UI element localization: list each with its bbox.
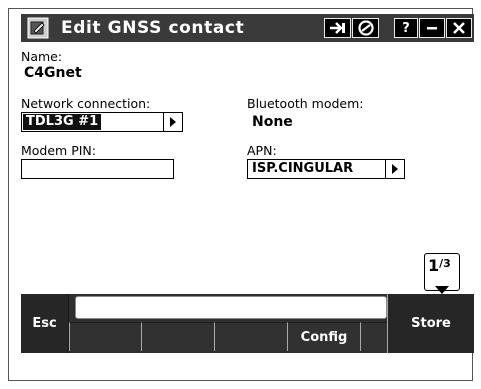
softkey-bar: Esc Config Store bbox=[21, 294, 474, 353]
circle-check-icon[interactable] bbox=[352, 18, 379, 38]
window-title: Edit GNSS contact bbox=[61, 18, 245, 38]
modem-pin-label: Modem PIN: bbox=[21, 143, 96, 158]
command-entry-field[interactable] bbox=[75, 296, 387, 319]
edit-contact-icon[interactable] bbox=[27, 17, 49, 39]
function-key-3[interactable] bbox=[214, 322, 287, 351]
function-key-5[interactable] bbox=[360, 322, 387, 351]
network-connection-value: TDL3G #1 bbox=[23, 114, 102, 130]
help-button[interactable]: ? bbox=[394, 18, 418, 38]
apn-dropdown[interactable]: ISP.CINGULAR bbox=[247, 159, 405, 179]
function-key-2[interactable] bbox=[141, 322, 214, 351]
bluetooth-modem-value[interactable]: None bbox=[252, 114, 293, 130]
page-total-value: 3 bbox=[443, 257, 451, 270]
function-key-1[interactable] bbox=[69, 322, 141, 351]
config-button[interactable]: Config bbox=[287, 322, 360, 351]
form-content: Name: C4Gnet Network connection: TDL3G #… bbox=[21, 42, 474, 294]
close-icon[interactable] bbox=[446, 18, 472, 38]
arrow-transfer-icon[interactable] bbox=[324, 18, 351, 38]
device-screen: Edit GNSS contact ? Name: C4Gnet Network… bbox=[21, 14, 474, 353]
page-indicator-button[interactable]: 1/3 bbox=[424, 253, 460, 294]
page-total: /3 bbox=[439, 257, 451, 270]
network-connection-label: Network connection: bbox=[21, 96, 151, 111]
esc-button[interactable]: Esc bbox=[21, 294, 69, 353]
bluetooth-modem-label: Bluetooth modem: bbox=[247, 96, 364, 111]
title-bar: Edit GNSS contact ? bbox=[21, 14, 474, 42]
triangle-right-icon[interactable] bbox=[385, 159, 405, 179]
page-number: 1/3 bbox=[428, 257, 451, 275]
name-value[interactable]: C4Gnet bbox=[24, 65, 82, 81]
apn-value: ISP.CINGULAR bbox=[252, 161, 354, 176]
network-connection-dropdown[interactable]: TDL3G #1 bbox=[21, 112, 183, 132]
apn-label: APN: bbox=[247, 143, 277, 158]
minimize-icon[interactable] bbox=[419, 18, 445, 38]
page-current: 1 bbox=[428, 256, 440, 275]
store-button[interactable]: Store bbox=[387, 294, 474, 353]
name-label: Name: bbox=[21, 49, 63, 64]
triangle-right-icon[interactable] bbox=[163, 112, 183, 132]
modem-pin-input[interactable] bbox=[21, 159, 174, 179]
